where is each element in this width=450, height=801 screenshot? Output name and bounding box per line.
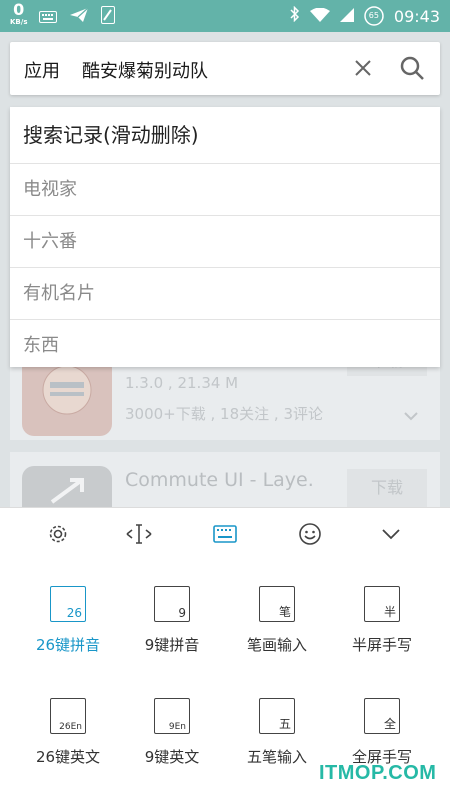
cursor-move-icon[interactable] [125,520,153,548]
mode-label: 9键英文 [144,748,200,766]
expand-chevron-icon[interactable] [404,406,418,425]
history-item[interactable]: 十六番 [10,216,440,268]
app-stats: 3000+下载 , 18关注 , 3评论 [125,405,323,423]
settings-gear-icon[interactable] [44,520,72,548]
mode-26-pinyin[interactable]: 26 26键拼音 [16,586,120,655]
mode-label: 笔画输入 [246,636,307,654]
emoji-icon[interactable] [296,520,324,548]
bluetooth-icon [290,5,300,26]
mode-label: 五笔输入 [246,748,307,766]
watermark: ITMOP.COM [319,762,437,784]
mode-label: 26键拼音 [35,636,101,654]
mode-9-english[interactable]: 9En 9键英文 [120,698,224,767]
mode-badge: 9En [168,722,186,732]
mode-label: 半屏手写 [351,636,412,654]
mode-stroke[interactable]: 笔 笔画输入 [225,586,329,655]
search-scope-label[interactable]: 应用 [24,57,60,83]
screenshot-icon [101,6,116,28]
mode-badge: 半 [383,605,396,619]
mode-26-english-icon: 26En [50,698,86,734]
collapse-chevron-icon[interactable] [377,520,405,548]
mode-wubi[interactable]: 五 五笔输入 [225,698,329,767]
app-version-size: 1.3.0 , 21.34 M [125,374,239,392]
search-history-panel: 搜索记录(滑动删除) 电视家 十六番 有机名片 东西 [10,107,440,367]
signal-icon [339,7,354,26]
network-speed-unit: KB/s [10,18,28,26]
search-icon[interactable] [398,54,426,82]
network-speed: 0 KB/s [10,2,27,26]
history-item[interactable]: 东西 [10,320,440,371]
mode-9-pinyin-icon: 9 [154,586,190,622]
keyboard-notification-icon [39,8,58,27]
network-speed-value: 0 [13,0,25,19]
download-button[interactable]: 下载 [347,469,427,507]
keyboard-toolbar [0,508,450,560]
clock: 09:43 [393,6,440,26]
clear-icon[interactable] [350,55,376,81]
battery-icon: 65 [364,6,384,26]
mode-badge: 26En [59,722,82,732]
keyboard-icon[interactable] [211,520,239,548]
mode-wubi-icon: 五 [259,698,295,734]
mode-9-english-icon: 9En [154,698,190,734]
search-bar: 应用 酷安爆菊别动队 [10,42,440,95]
mode-label: 9键拼音 [144,636,200,654]
app-list-item[interactable]: Commute UI - Laye. 下载 [10,452,440,507]
paper-plane-icon [69,7,89,27]
mode-badge: 五 [278,717,291,731]
input-method-panel: 26 26键拼音 9 9键拼音 笔 笔画输入 半 半屏手写 26En 26键英文… [0,507,450,801]
mode-half-handwriting-icon: 半 [364,586,400,622]
wifi-icon [309,7,330,26]
mode-label: 26键英文 [35,748,101,766]
mode-26-pinyin-icon: 26 [50,586,86,622]
mode-badge: 26 [66,606,82,620]
status-bar: 0 KB/s 65 09:43 [0,0,450,32]
mode-badge: 9 [178,606,186,620]
mode-26-english[interactable]: 26En 26键英文 [16,698,120,767]
battery-level: 65 [368,11,379,20]
mode-full-handwriting[interactable]: 全 全屏手写 [330,698,434,767]
mode-half-handwriting[interactable]: 半 半屏手写 [330,586,434,655]
mode-stroke-icon: 笔 [259,586,295,622]
mode-full-handwriting-icon: 全 [364,698,400,734]
app-icon [22,466,112,507]
mode-9-pinyin[interactable]: 9 9键拼音 [120,586,224,655]
app-name: Commute UI - Laye. [125,469,314,491]
mode-badge: 笔 [278,605,291,619]
history-item[interactable]: 电视家 [10,164,440,216]
search-history-title: 搜索记录(滑动删除) [10,107,440,164]
mode-badge: 全 [383,717,396,731]
search-input[interactable]: 酷安爆菊别动队 [82,57,208,83]
history-item[interactable]: 有机名片 [10,268,440,320]
